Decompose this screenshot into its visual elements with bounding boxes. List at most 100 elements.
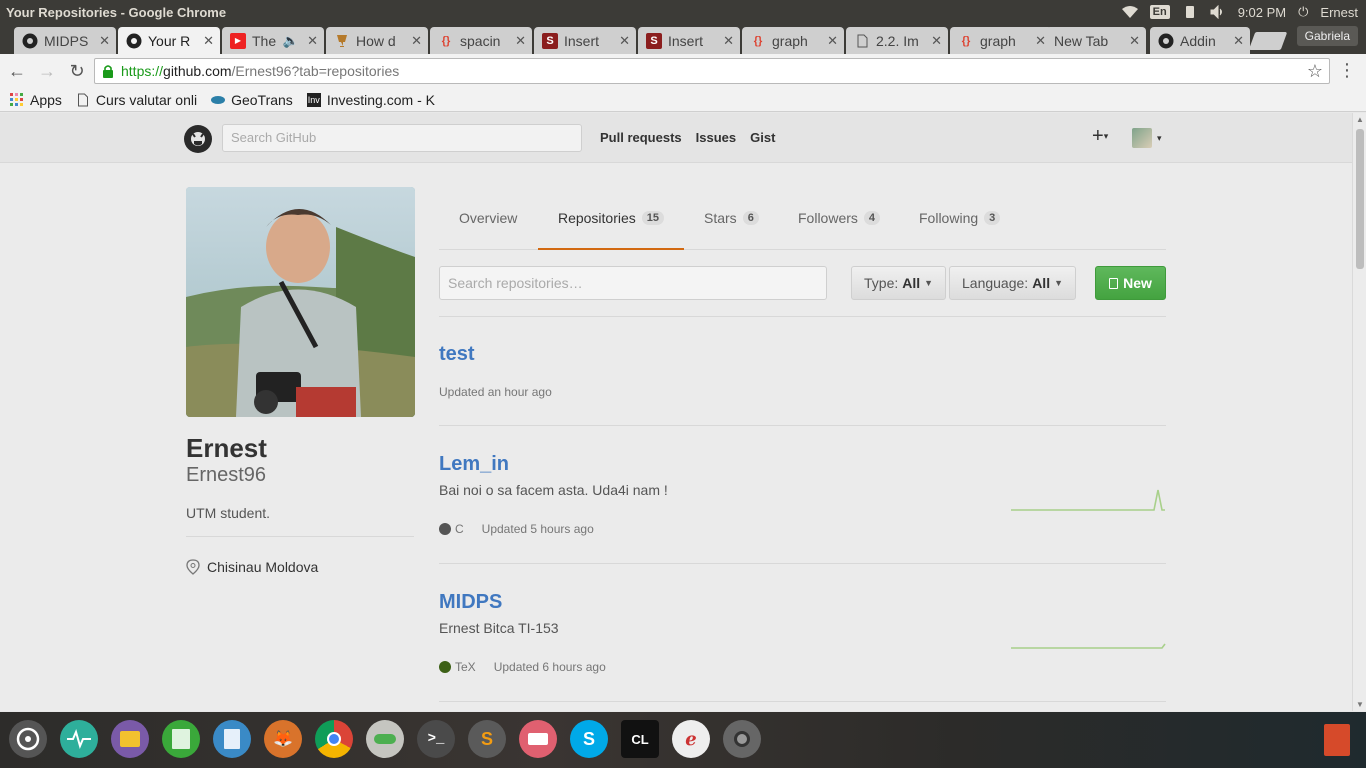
browser-tab[interactable]: {} spacin ✕: [430, 27, 532, 54]
back-icon[interactable]: ←: [4, 58, 30, 84]
gimp-icon[interactable]: 🦊: [264, 720, 302, 758]
close-icon[interactable]: ✕: [203, 33, 214, 49]
os-top-bar: Your Repositories - Google Chrome En 9:0…: [0, 0, 1366, 24]
repo-name-link[interactable]: test: [439, 343, 475, 366]
files-icon[interactable]: [111, 720, 149, 758]
dash-icon[interactable]: [9, 720, 47, 758]
reload-icon[interactable]: ↻: [64, 58, 90, 84]
text-document-icon[interactable]: [213, 720, 251, 758]
screenshot-icon[interactable]: [723, 720, 761, 758]
tab-label: Addin: [1180, 32, 1216, 49]
scroll-up-icon[interactable]: ▲: [1356, 115, 1364, 124]
page-scrollbar[interactable]: ▲ ▼: [1352, 113, 1366, 711]
volume-icon[interactable]: [1210, 5, 1226, 19]
bookmark-star-icon[interactable]: ☆: [1307, 61, 1323, 82]
os-user[interactable]: Ernest: [1320, 5, 1358, 20]
chrome-icon[interactable]: [315, 720, 353, 758]
browser-tab[interactable]: {} graph ✕: [950, 27, 1052, 54]
bookmark-label: Curs valutar onli: [95, 91, 198, 108]
settings-toggle-icon[interactable]: [366, 720, 404, 758]
clion-icon[interactable]: CL: [621, 720, 659, 758]
filter-label: Language:: [962, 275, 1029, 291]
browser-tab[interactable]: {} graph ✕: [742, 27, 844, 54]
close-icon[interactable]: ✕: [99, 33, 110, 49]
tab-label: MIDPS: [44, 32, 89, 49]
clock[interactable]: 9:02 PM: [1238, 5, 1286, 20]
tab-stars[interactable]: Stars 6: [704, 187, 759, 249]
scrollbar-thumb[interactable]: [1356, 129, 1364, 269]
nav-pull-requests[interactable]: Pull requests: [600, 130, 682, 145]
bookmark-label: GeoTrans: [231, 91, 293, 108]
nav-gist[interactable]: Gist: [750, 130, 775, 145]
caret-down-icon[interactable]: ▾: [1157, 133, 1162, 144]
browser-tab-active[interactable]: Your R ✕: [118, 27, 220, 54]
close-icon[interactable]: ✕: [1129, 33, 1140, 49]
new-repository-button[interactable]: New: [1095, 266, 1166, 300]
repo-name-link[interactable]: MIDPS: [439, 591, 502, 614]
wifi-icon[interactable]: [1121, 5, 1138, 19]
close-icon[interactable]: ✕: [723, 33, 734, 49]
tab-repositories[interactable]: Repositories 15: [538, 187, 684, 250]
close-icon[interactable]: ✕: [411, 33, 422, 49]
address-bar[interactable]: https://github.com/Ernest96?tab=reposito…: [94, 58, 1330, 84]
system-monitor-icon[interactable]: [60, 720, 98, 758]
close-icon[interactable]: ✕: [827, 33, 838, 49]
scroll-down-icon[interactable]: ▼: [1356, 700, 1364, 709]
browser-tab[interactable]: S Insert ✕: [638, 27, 740, 54]
close-icon[interactable]: ✕: [307, 33, 318, 49]
trash-icon[interactable]: [1324, 724, 1350, 756]
app-icon[interactable]: [519, 720, 557, 758]
power-icon[interactable]: ⏻: [1298, 4, 1308, 20]
repo-list-item: MIDPS Ernest Bitca TI-153 TeX Updated 6 …: [439, 564, 1166, 702]
battery-icon[interactable]: [1182, 5, 1198, 19]
document-viewer-icon[interactable]: ℯ: [672, 720, 710, 758]
tab-strip: MIDPS ✕ Your R ✕ ▶ The 🔈 ✕ How d ✕ {} spacin ✕…: [0, 24, 1366, 54]
repo-list-item: Lem_in Bai noi o sa facem asta. Uda4i na…: [439, 426, 1166, 564]
sublime-text-icon[interactable]: S: [468, 720, 506, 758]
browser-tab[interactable]: How d ✕: [326, 27, 428, 54]
s-icon: S: [542, 32, 558, 49]
close-icon[interactable]: ✕: [1233, 33, 1244, 49]
repo-book-icon: [1109, 277, 1119, 289]
spreadsheet-icon[interactable]: [162, 720, 200, 758]
repo-meta: TeX Updated 6 hours ago: [439, 660, 606, 674]
nav-issues[interactable]: Issues: [696, 130, 736, 145]
github-search-input[interactable]: Search GitHub: [222, 124, 582, 152]
forward-icon[interactable]: →: [34, 58, 60, 84]
new-tab-button[interactable]: [1248, 32, 1288, 50]
github-logo-icon[interactable]: [184, 125, 212, 153]
repo-name-link[interactable]: Lem_in: [439, 453, 509, 476]
tab-followers[interactable]: Followers 4: [798, 187, 881, 249]
language-filter-dropdown[interactable]: Language: All ▼: [949, 266, 1076, 300]
bookmark-apps[interactable]: Apps: [10, 92, 62, 108]
create-new-menu[interactable]: +▾: [1092, 125, 1108, 148]
tab-label: Following: [919, 210, 979, 226]
browser-tab[interactable]: ▶ The 🔈 ✕: [222, 27, 324, 54]
bookmark-item[interactable]: Inv Investing.com - K: [306, 92, 435, 108]
browser-tab[interactable]: MIDPS ✕: [14, 27, 116, 54]
repository-search-input[interactable]: Search repositories…: [439, 266, 827, 300]
close-icon[interactable]: ✕: [1035, 33, 1046, 49]
profile-button[interactable]: Gabriela: [1296, 26, 1358, 46]
browser-tab[interactable]: Addin ✕: [1150, 27, 1250, 54]
tab-overview[interactable]: Overview: [459, 187, 517, 249]
profile-location: Chisinau Moldova: [186, 559, 318, 575]
close-icon[interactable]: ✕: [515, 33, 526, 49]
tab-label: How d: [356, 32, 396, 49]
skype-icon[interactable]: S: [570, 720, 608, 758]
close-icon[interactable]: ✕: [931, 33, 942, 49]
browser-tab[interactable]: S Insert ✕: [534, 27, 636, 54]
tab-following[interactable]: Following 3: [919, 187, 1001, 249]
terminal-icon[interactable]: >_: [417, 720, 455, 758]
browser-tab[interactable]: 2.2. Im ✕: [846, 27, 948, 54]
type-filter-dropdown[interactable]: Type: All ▼: [851, 266, 947, 300]
profile-tabs: Overview Repositories 15 Stars 6 Followers…: [439, 187, 1166, 250]
chrome-menu-icon[interactable]: ⋮: [1338, 60, 1356, 81]
keyboard-layout[interactable]: En: [1149, 5, 1170, 19]
browser-tab[interactable]: New Tab ✕: [1046, 27, 1146, 54]
bookmark-item[interactable]: GeoTrans: [211, 92, 293, 108]
close-icon[interactable]: ✕: [619, 33, 630, 49]
github-icon: [126, 33, 142, 49]
user-avatar[interactable]: [1132, 128, 1152, 148]
bookmark-item[interactable]: Curs valutar onli: [76, 92, 197, 108]
